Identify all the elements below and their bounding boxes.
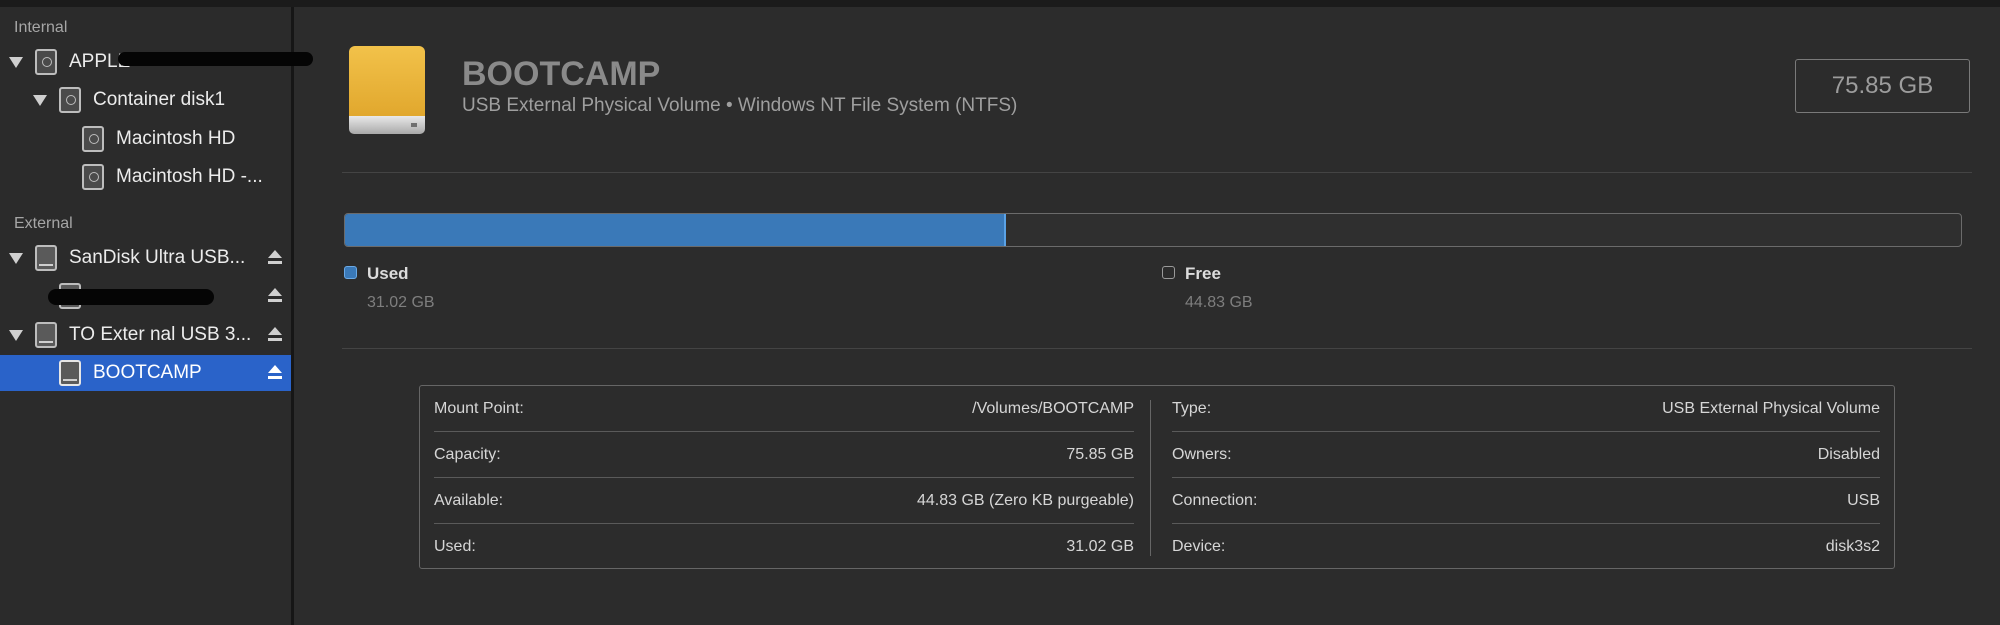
legend-free-value: 44.83 GB bbox=[1185, 294, 1253, 311]
info-value: USB bbox=[1847, 492, 1880, 509]
divider bbox=[342, 172, 1972, 173]
eject-icon[interactable] bbox=[268, 288, 282, 304]
eject-icon[interactable] bbox=[268, 365, 282, 381]
sidebar-item-macintosh-hd-data[interactable]: Macintosh HD -... bbox=[0, 159, 291, 195]
info-column-divider bbox=[1150, 400, 1151, 556]
divider bbox=[342, 348, 1972, 349]
sidebar-item-macintosh-hd[interactable]: Macintosh HD bbox=[0, 121, 291, 157]
info-row: Type: USB External Physical Volume bbox=[1172, 386, 1880, 432]
window-top-edge bbox=[0, 0, 2000, 7]
info-value: 44.83 GB (Zero KB purgeable) bbox=[916, 492, 1134, 509]
usage-bar-used-segment bbox=[345, 214, 1006, 246]
sidebar-item-label: BOOTCAMP bbox=[93, 362, 202, 383]
sidebar: Internal APPLE Container disk1 Macintosh… bbox=[0, 7, 313, 625]
info-row: Mount Point: /Volumes/BOOTCAMP bbox=[434, 386, 1134, 432]
sidebar-item-redacted-volume[interactable] bbox=[0, 278, 291, 314]
sidebar-item-label: TO Exter nal USB 3... bbox=[69, 324, 252, 345]
redaction-mark bbox=[48, 289, 214, 305]
volume-subtitle: USB External Physical Volume • Windows N… bbox=[462, 95, 1018, 116]
info-row: Device: disk3s2 bbox=[1172, 524, 1880, 570]
legend-used-label: Used bbox=[367, 264, 409, 283]
volume-title: BOOTCAMP bbox=[462, 55, 661, 93]
free-swatch-icon bbox=[1162, 266, 1175, 279]
eject-icon[interactable] bbox=[268, 250, 282, 266]
sidebar-item-apple-disk[interactable]: APPLE bbox=[0, 44, 313, 80]
redaction-mark bbox=[118, 52, 313, 66]
sidebar-item-to-external-usb[interactable]: TO Exter nal USB 3... bbox=[0, 317, 291, 353]
info-key: Capacity: bbox=[434, 446, 501, 463]
internal-disk-icon bbox=[35, 49, 57, 75]
info-row: Capacity: 75.85 GB bbox=[434, 432, 1134, 478]
external-disk-icon bbox=[35, 322, 57, 348]
sidebar-item-bootcamp[interactable]: BOOTCAMP bbox=[0, 355, 291, 391]
external-disk-icon bbox=[35, 245, 57, 271]
info-row: Connection: USB bbox=[1172, 478, 1880, 524]
legend-used-value: 31.02 GB bbox=[367, 294, 435, 311]
info-key: Type: bbox=[1172, 400, 1212, 417]
sidebar-item-label: Macintosh HD -... bbox=[116, 166, 263, 187]
sidebar-item-sandisk[interactable]: SanDisk Ultra USB... bbox=[0, 240, 291, 276]
info-value: disk3s2 bbox=[1825, 538, 1880, 555]
info-row: Available: 44.83 GB (Zero KB purgeable) bbox=[434, 478, 1134, 524]
disclosure-triangle-icon[interactable] bbox=[9, 330, 23, 341]
usage-bar bbox=[344, 213, 1962, 247]
info-table: Mount Point: /Volumes/BOOTCAMP Capacity:… bbox=[419, 385, 1895, 569]
legend-free-label: Free bbox=[1185, 264, 1221, 283]
disclosure-triangle-icon[interactable] bbox=[9, 253, 23, 264]
info-key: Mount Point: bbox=[434, 400, 524, 417]
disclosure-triangle-icon[interactable] bbox=[9, 57, 23, 68]
info-key: Available: bbox=[434, 492, 504, 509]
sidebar-item-label: Macintosh HD bbox=[116, 128, 236, 149]
external-disk-icon bbox=[59, 360, 81, 386]
info-value: Disabled bbox=[1817, 446, 1880, 463]
sidebar-item-container-disk1[interactable]: Container disk1 bbox=[0, 82, 291, 118]
info-value: 31.02 GB bbox=[1066, 538, 1134, 555]
info-value: USB External Physical Volume bbox=[1662, 400, 1880, 417]
info-key: Used: bbox=[434, 538, 476, 555]
info-row: Owners: Disabled bbox=[1172, 432, 1880, 478]
external-drive-icon bbox=[349, 46, 425, 134]
info-column-left: Mount Point: /Volumes/BOOTCAMP Capacity:… bbox=[434, 386, 1134, 568]
sidebar-item-label: SanDisk Ultra USB... bbox=[69, 247, 246, 268]
used-swatch-icon bbox=[344, 266, 357, 279]
info-key: Owners: bbox=[1172, 446, 1232, 463]
info-value: /Volumes/BOOTCAMP bbox=[972, 400, 1134, 417]
volume-icon bbox=[82, 126, 104, 152]
container-icon bbox=[59, 87, 81, 113]
info-key: Connection: bbox=[1172, 492, 1258, 509]
info-key: Device: bbox=[1172, 538, 1226, 555]
capacity-badge: 75.85 GB bbox=[1795, 59, 1970, 113]
info-column-right: Type: USB External Physical Volume Owner… bbox=[1172, 386, 1880, 568]
disclosure-triangle-icon[interactable] bbox=[33, 95, 47, 106]
info-row: Used: 31.02 GB bbox=[434, 524, 1134, 570]
eject-icon[interactable] bbox=[268, 327, 282, 343]
section-title-internal: Internal bbox=[14, 19, 68, 36]
volume-icon bbox=[82, 164, 104, 190]
main-panel: BOOTCAMP USB External Physical Volume • … bbox=[294, 7, 2000, 625]
info-value: 75.85 GB bbox=[1066, 446, 1134, 463]
section-title-external: External bbox=[14, 215, 73, 232]
sidebar-item-label: Container disk1 bbox=[93, 89, 226, 110]
